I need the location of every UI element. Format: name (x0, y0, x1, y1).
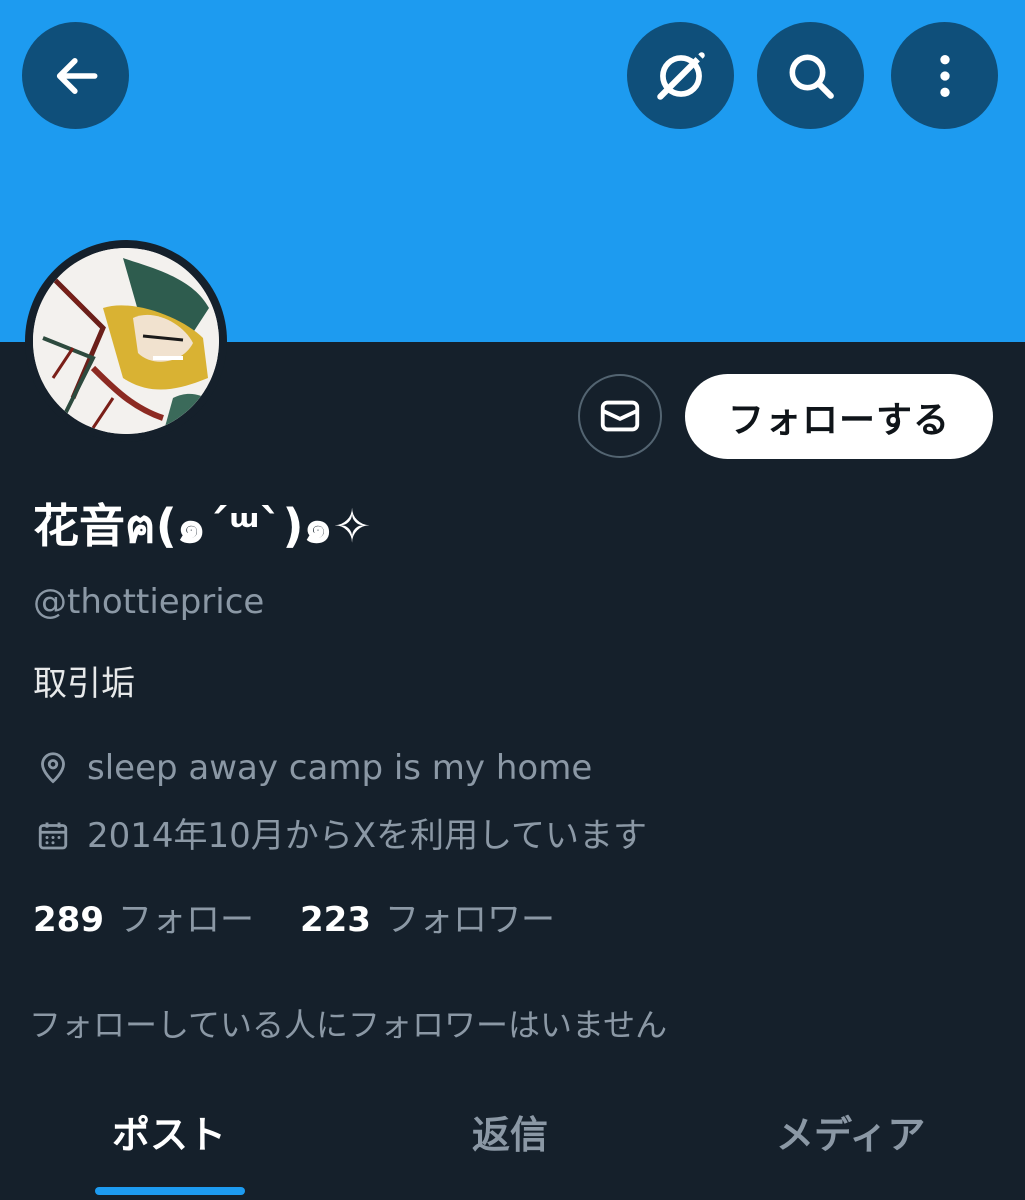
message-button[interactable] (578, 374, 662, 458)
search-icon (789, 54, 834, 99)
calendar-icon (33, 816, 73, 856)
follow-button[interactable]: フォローする (685, 374, 993, 459)
search-button[interactable] (757, 22, 864, 129)
profile-joined-date: 2014年10月からXを利用しています (33, 814, 647, 858)
profile-tabs: ポスト 返信 メディア (0, 1090, 1025, 1200)
tab-replies[interactable]: 返信 (472, 1110, 548, 1160)
followers-label: フォロワー (384, 900, 555, 940)
arrow-left-icon (56, 57, 97, 94)
tab-posts[interactable]: ポスト (112, 1110, 226, 1160)
following-label: フォロー (117, 900, 254, 940)
followers-you-know-text: フォローしている人にフォロワーはいません (29, 1006, 668, 1044)
grok-icon (656, 51, 705, 100)
active-tab-indicator (95, 1187, 245, 1195)
back-button[interactable] (22, 22, 129, 129)
location-text: sleep away camp is my home (87, 748, 593, 788)
follow-stats: 289 フォロー 223 フォロワー (33, 898, 555, 942)
profile-bio: 取引垢 (33, 664, 135, 704)
mail-icon (600, 400, 640, 432)
following-stat[interactable]: 289 フォロー (33, 898, 254, 942)
profile-page: フォローする 花音ฅ(๑´ᵚ`)๑✧ @thottieprice 取引垢 sle… (0, 0, 1025, 1200)
more-options-button[interactable] (891, 22, 998, 129)
tab-media[interactable]: メディア (776, 1110, 925, 1160)
display-name: 花音ฅ(๑´ᵚ`)๑✧ (33, 499, 372, 553)
user-handle: @thottieprice (33, 582, 265, 622)
more-vertical-icon (939, 54, 950, 97)
joined-text: 2014年10月からXを利用しています (87, 816, 648, 856)
avatar-image (33, 248, 219, 434)
followers-stat[interactable]: 223 フォロワー (300, 898, 555, 942)
location-pin-icon (33, 748, 73, 788)
followers-count: 223 (299, 900, 371, 940)
grok-button[interactable] (627, 22, 734, 129)
following-count: 289 (33, 900, 104, 940)
avatar[interactable] (25, 240, 227, 442)
profile-location: sleep away camp is my home (33, 746, 592, 790)
